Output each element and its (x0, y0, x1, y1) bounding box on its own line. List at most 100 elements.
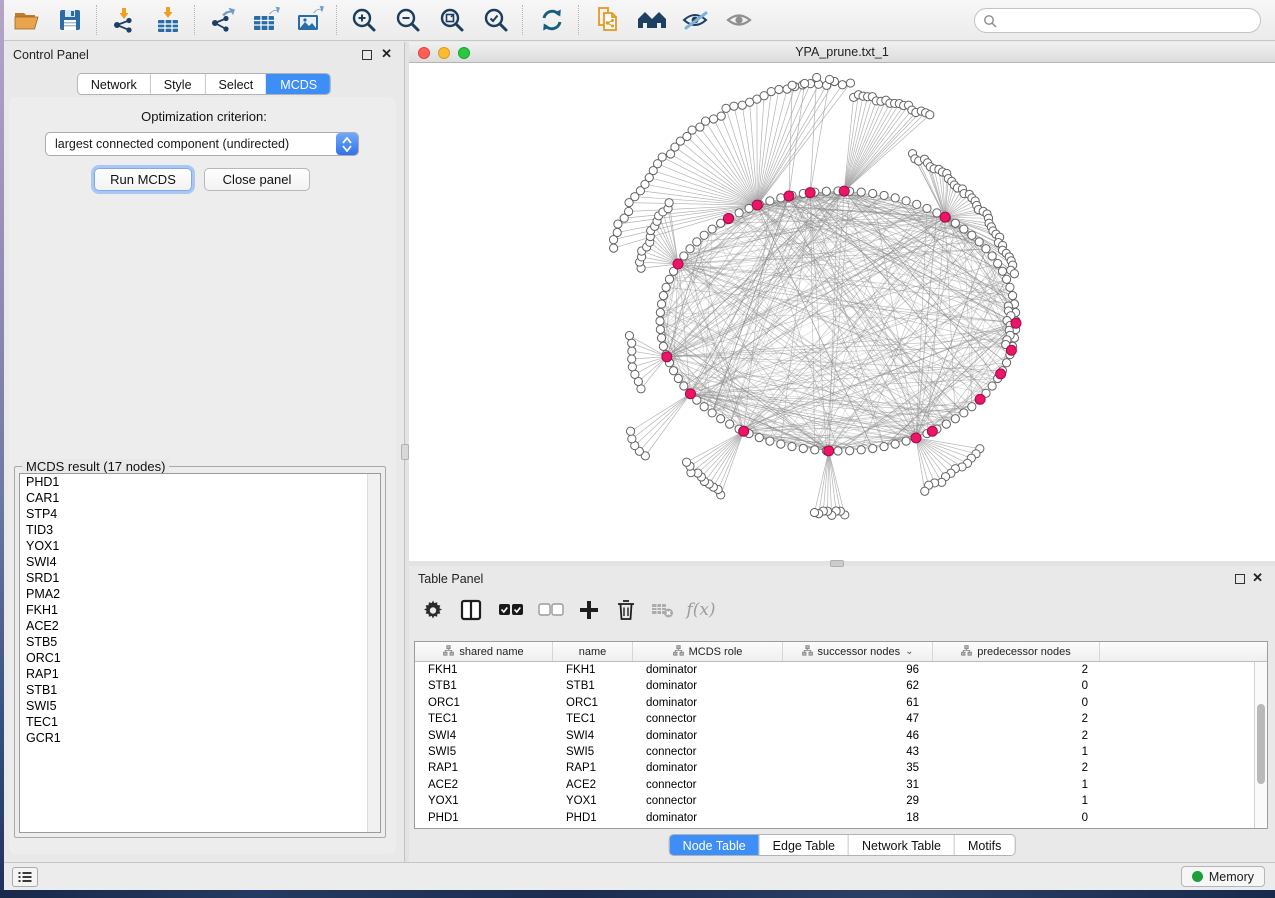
close-panel-icon[interactable]: ✕ (381, 46, 392, 62)
column-header-successor-nodes[interactable]: successor nodes⌄ (783, 642, 933, 661)
function-builder-icon[interactable]: f(x) (687, 596, 715, 624)
table-cell[interactable]: 31 (783, 777, 933, 793)
import-network-icon[interactable] (106, 3, 142, 37)
table-cell[interactable]: PHD1 (553, 810, 633, 826)
tab-edge-table[interactable]: Edge Table (759, 835, 848, 855)
tab-select[interactable]: Select (205, 74, 267, 94)
table-cell[interactable]: 1 (933, 744, 1100, 760)
table-row[interactable]: STB1STB1dominator620 (415, 678, 1267, 694)
table-cell[interactable]: ACE2 (415, 777, 553, 793)
table-cell[interactable]: TEC1 (553, 711, 633, 727)
table-cell[interactable]: 46 (783, 728, 933, 744)
select-all-rows-icon[interactable] (497, 596, 525, 624)
table-row[interactable]: YOX1YOX1connector291 (415, 793, 1267, 809)
table-row[interactable]: ORC1ORC1dominator610 (415, 695, 1267, 711)
table-cell[interactable]: YOX1 (553, 793, 633, 809)
tab-node-table[interactable]: Node Table (670, 835, 759, 855)
table-cell[interactable]: 2 (933, 662, 1100, 678)
table-cell[interactable]: 0 (933, 695, 1100, 711)
mcds-result-item[interactable]: SWI5 (20, 698, 380, 714)
table-cell[interactable]: 61 (783, 695, 933, 711)
table-cell[interactable]: 29 (783, 793, 933, 809)
table-cell[interactable]: 0 (933, 810, 1100, 826)
table-cell[interactable]: SWI4 (415, 728, 553, 744)
hide-selected-icon[interactable] (678, 3, 714, 37)
delete-table-icon[interactable] (649, 596, 677, 624)
table-scrollbar-thumb[interactable] (1257, 704, 1265, 784)
table-row[interactable]: PHD1PHD1dominator180 (415, 810, 1267, 826)
table-row[interactable]: SWI4SWI4dominator462 (415, 728, 1267, 744)
column-header-name[interactable]: name (553, 642, 633, 661)
table-cell[interactable]: SWI5 (553, 744, 633, 760)
table-cell[interactable]: 2 (933, 728, 1100, 744)
table-cell[interactable]: FKH1 (553, 662, 633, 678)
zoom-in-icon[interactable] (346, 3, 382, 37)
table-cell[interactable]: dominator (633, 728, 783, 744)
table-cell[interactable]: 62 (783, 678, 933, 694)
tab-mcds[interactable]: MCDS (266, 74, 330, 94)
create-column-plus-icon[interactable] (575, 596, 603, 624)
table-cell[interactable]: 18 (783, 810, 933, 826)
tab-style[interactable]: Style (150, 74, 205, 94)
table-cell[interactable]: RAP1 (553, 760, 633, 776)
mcds-result-item[interactable]: STB5 (20, 634, 380, 650)
table-cell[interactable]: STB1 (553, 678, 633, 694)
table-cell[interactable]: 1 (933, 777, 1100, 793)
table-cell[interactable]: dominator (633, 678, 783, 694)
table-cell[interactable]: 2 (933, 711, 1100, 727)
table-settings-gear-icon[interactable] (419, 596, 447, 624)
table-cell[interactable]: 43 (783, 744, 933, 760)
table-cell[interactable]: 0 (933, 678, 1100, 694)
zoom-selected-icon[interactable] (478, 3, 514, 37)
table-cell[interactable]: dominator (633, 662, 783, 678)
close-panel-button[interactable]: Close panel (204, 168, 310, 191)
close-panel-icon[interactable]: ✕ (1252, 570, 1263, 586)
table-cell[interactable]: 96 (783, 662, 933, 678)
show-columns-icon[interactable] (457, 596, 485, 624)
zoom-fit-icon[interactable] (434, 3, 470, 37)
network-titlebar[interactable]: YPA_prune.txt_1 (409, 42, 1275, 63)
table-cell[interactable]: ACE2 (553, 777, 633, 793)
table-scrollbar[interactable] (1254, 662, 1267, 828)
sort-chevron-icon[interactable]: ⌄ (905, 646, 913, 657)
mcds-result-item[interactable]: SWI4 (20, 554, 380, 570)
column-header-predecessor-nodes[interactable]: predecessor nodes (933, 642, 1100, 661)
table-cell[interactable]: connector (633, 711, 783, 727)
list-scrollbar[interactable] (367, 474, 380, 832)
task-history-button[interactable] (12, 867, 38, 887)
run-mcds-button[interactable]: Run MCDS (94, 168, 192, 191)
search-field[interactable] (974, 8, 1261, 33)
memory-button[interactable]: Memory (1181, 866, 1265, 887)
criterion-dropdown[interactable]: largest connected component (undirected) (45, 132, 359, 156)
table-cell[interactable]: PHD1 (415, 810, 553, 826)
table-cell[interactable]: 2 (933, 760, 1100, 776)
export-network-icon[interactable] (204, 3, 240, 37)
tab-motifs[interactable]: Motifs (954, 835, 1014, 855)
mcds-result-item[interactable]: YOX1 (20, 538, 380, 554)
table-cell[interactable]: connector (633, 777, 783, 793)
mcds-result-item[interactable]: TID3 (20, 522, 380, 538)
table-row[interactable]: SWI5SWI5connector431 (415, 744, 1267, 760)
table-cell[interactable]: TEC1 (415, 711, 553, 727)
float-window-icon[interactable] (362, 50, 372, 60)
table-cell[interactable]: YOX1 (415, 793, 553, 809)
float-window-icon[interactable] (1235, 574, 1245, 584)
table-cell[interactable]: connector (633, 793, 783, 809)
table-cell[interactable]: ORC1 (553, 695, 633, 711)
table-cell[interactable]: dominator (633, 810, 783, 826)
table-cell[interactable]: FKH1 (415, 662, 553, 678)
mcds-result-item[interactable]: ORC1 (20, 650, 380, 666)
table-row[interactable]: TEC1TEC1connector472 (415, 711, 1267, 727)
show-all-icon[interactable] (722, 3, 758, 37)
refresh-icon[interactable] (534, 3, 570, 37)
mcds-result-item[interactable]: STB1 (20, 682, 380, 698)
mcds-result-item[interactable]: CAR1 (20, 490, 380, 506)
deselect-all-rows-icon[interactable] (537, 596, 565, 624)
table-cell[interactable]: dominator (633, 760, 783, 776)
first-neighbors-icon[interactable] (634, 3, 670, 37)
table-cell[interactable]: 35 (783, 760, 933, 776)
table-cell[interactable]: RAP1 (415, 760, 553, 776)
table-cell[interactable]: connector (633, 744, 783, 760)
mcds-result-item[interactable]: RAP1 (20, 666, 380, 682)
network-canvas[interactable] (409, 63, 1275, 561)
